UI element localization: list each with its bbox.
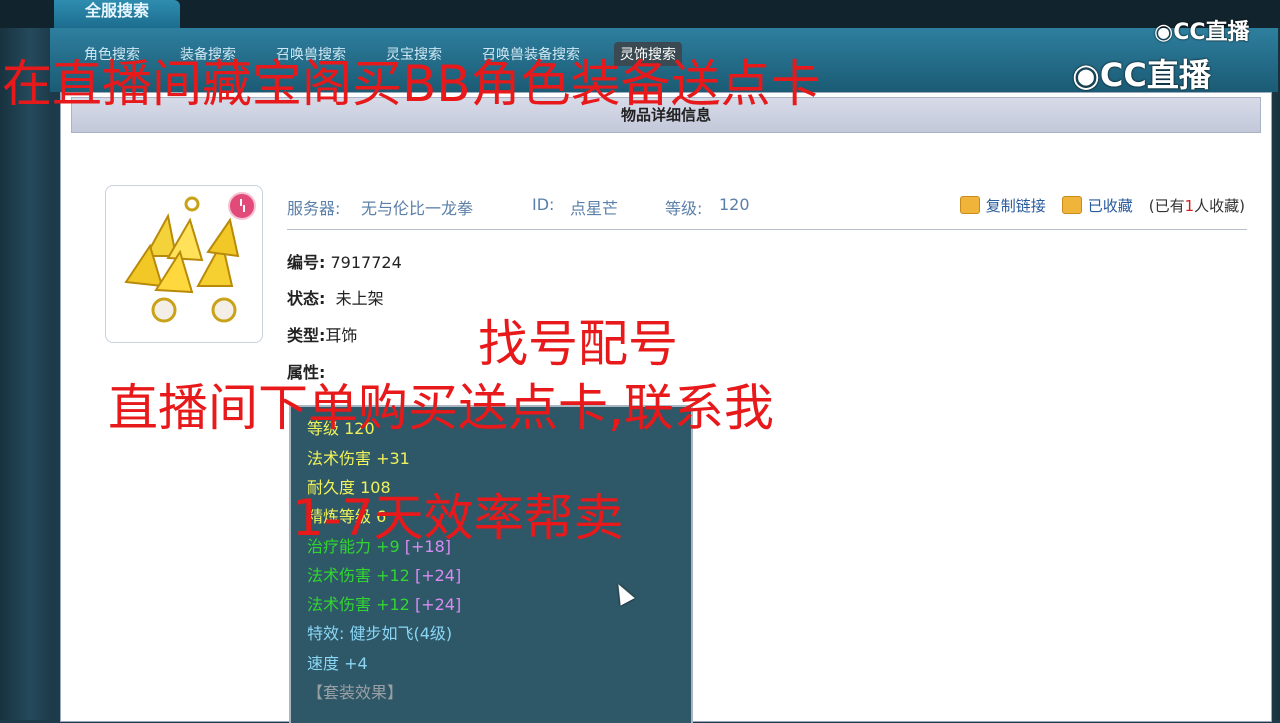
tab-server-search[interactable]: 全服搜索 — [54, 0, 180, 28]
cc-logo-icon: ◉ — [1154, 20, 1174, 45]
attr-mag1-bonus: [+24] — [414, 566, 462, 585]
attr-mag2-bonus: [+24] — [414, 595, 462, 614]
server-value: 无与伦比一龙拳 — [361, 199, 474, 218]
attr-mag2: 法术伤害 +12 — [307, 595, 410, 614]
favorite-count-note: (已有1人收藏) — [1149, 195, 1245, 216]
level-value: 120 — [719, 195, 750, 214]
attr-effect: 特效: 健步如飞(4级) — [307, 624, 453, 643]
item-image — [105, 185, 263, 343]
attribute-tooltip: 等级 120 法术伤害 +31 耐久度 108 精炼等级 6 治疗能力 +9 [… — [289, 405, 693, 723]
level-label: 等级: — [665, 199, 703, 218]
attr-speed: 速度 +4 — [307, 654, 368, 673]
copy-link-icon — [959, 196, 980, 214]
attr-mag2-row: 法术伤害 +12 [+24] — [307, 591, 461, 615]
server-label: 服务器: — [287, 199, 341, 218]
fav-count: 1 — [1184, 196, 1195, 215]
attr-mag1: 法术伤害 +12 — [307, 566, 410, 585]
copy-link-label: 复制链接 — [985, 196, 1046, 215]
status-label: 状态: — [287, 289, 326, 308]
copy-link-button[interactable]: 复制链接 — [959, 195, 1046, 216]
clock-icon — [228, 192, 256, 220]
favorite-label: 已收藏 — [1087, 196, 1133, 215]
status-row: 状态: 未上架 — [287, 285, 384, 309]
cc-logo-icon-large: ◉ — [1072, 56, 1100, 94]
cc-watermark-large-text: CC直播 — [1099, 56, 1211, 94]
cc-watermark-large: ◉CC直播 — [1072, 50, 1211, 96]
promo-text-3: 直播间下单购买送点卡,联系我 — [108, 379, 774, 437]
promo-text-2: 找号配号 — [478, 315, 678, 373]
attr-mag1-row: 法术伤害 +12 [+24] — [307, 562, 461, 586]
cc-watermark-small-text: CC直播 — [1173, 20, 1250, 45]
type-label: 类型: — [287, 326, 326, 345]
number-row: 编号: 7917724 — [287, 249, 402, 273]
attr-set-effect: 【套装效果】 — [307, 683, 404, 702]
status-value: 未上架 — [335, 289, 384, 308]
promo-text-1: 在直播间藏宝阁买BB角色装备送点卡 — [2, 55, 821, 113]
top-strip — [0, 0, 1280, 28]
type-value: 耳饰 — [325, 326, 358, 345]
fav-suffix: 人收藏) — [1194, 196, 1245, 215]
id-label: ID: — [532, 195, 555, 214]
type-row: 类型:耳饰 — [287, 322, 357, 346]
attr-magic-damage: 法术伤害 +31 — [307, 449, 410, 468]
id-value: 点星芒 — [570, 199, 619, 218]
number-label: 编号: — [287, 253, 326, 272]
info-divider — [287, 229, 1247, 230]
cc-watermark-small: ◉CC直播 — [1154, 14, 1250, 46]
item-actions: 复制链接 已收藏 (已有1人收藏) — [959, 193, 1245, 217]
favorite-icon — [1061, 196, 1082, 214]
number-value: 7917724 — [330, 253, 402, 272]
promo-text-4: 1-7天效率帮卖 — [292, 489, 624, 547]
fav-prefix: (已有 — [1148, 196, 1185, 215]
favorite-button[interactable]: 已收藏 — [1061, 195, 1133, 216]
